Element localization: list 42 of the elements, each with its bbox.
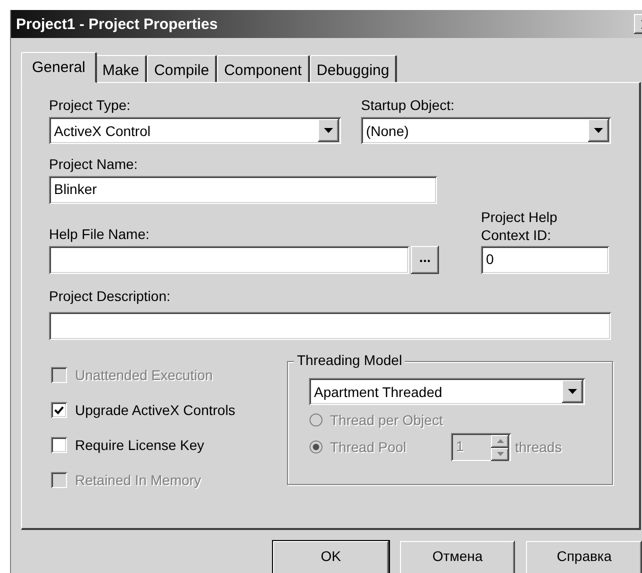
caret-icon — [594, 128, 603, 133]
checkbox-label: Require License Key — [75, 437, 204, 453]
checkbox-label: Retained In Memory — [75, 472, 202, 488]
group-label: Threading Model — [294, 352, 406, 368]
text-field[interactable]: 0 — [481, 246, 609, 274]
field-label: Startup Object: — [361, 97, 456, 115]
up-arrow-icon — [496, 439, 504, 443]
text-field[interactable]: Blinker — [49, 176, 437, 204]
checkbox[interactable] — [51, 437, 67, 453]
checkbox-label: Unattended Execution — [75, 367, 213, 383]
field-label: Project Description: — [49, 288, 172, 306]
tab[interactable]: General — [21, 52, 98, 83]
unit-label: threads — [515, 439, 562, 455]
caret-icon — [568, 389, 577, 394]
check-icon — [54, 406, 64, 414]
radio-label: Thread Pool — [330, 439, 406, 455]
checkbox[interactable] — [51, 402, 67, 418]
field-label: Help File Name: — [49, 226, 150, 244]
tab[interactable]: Compile — [147, 55, 218, 82]
dropdown-button[interactable] — [318, 119, 339, 142]
caret-icon — [324, 128, 333, 133]
dropdown-button[interactable] — [562, 380, 583, 403]
window-title: Project1 - Project Properties — [16, 16, 219, 32]
dropdown[interactable]: Apartment Threaded — [309, 378, 585, 405]
browse-button[interactable]: ... — [411, 246, 439, 274]
field-label: Project Name: — [49, 156, 139, 174]
tab[interactable]: Component — [217, 55, 310, 82]
dialog-button[interactable]: OK — [273, 541, 389, 573]
field-label: Project Type: — [49, 97, 132, 115]
tab[interactable]: Make — [95, 55, 148, 82]
dropdown[interactable]: (None) — [361, 117, 611, 144]
dialog-button[interactable]: Отмена — [400, 541, 516, 573]
tab[interactable]: Debugging — [310, 55, 398, 82]
checkbox-label: Upgrade ActiveX Controls — [75, 402, 236, 418]
text-field[interactable] — [49, 246, 409, 274]
text-field[interactable] — [49, 312, 611, 340]
dropdown[interactable]: ActiveX Control — [49, 117, 341, 144]
down-arrow-icon — [496, 452, 504, 456]
dialog-button[interactable]: Справка — [526, 541, 642, 573]
radio-label: Thread per Object — [330, 412, 443, 428]
dropdown-button[interactable] — [588, 119, 609, 142]
field-label: Project Help Context ID: — [481, 208, 558, 244]
